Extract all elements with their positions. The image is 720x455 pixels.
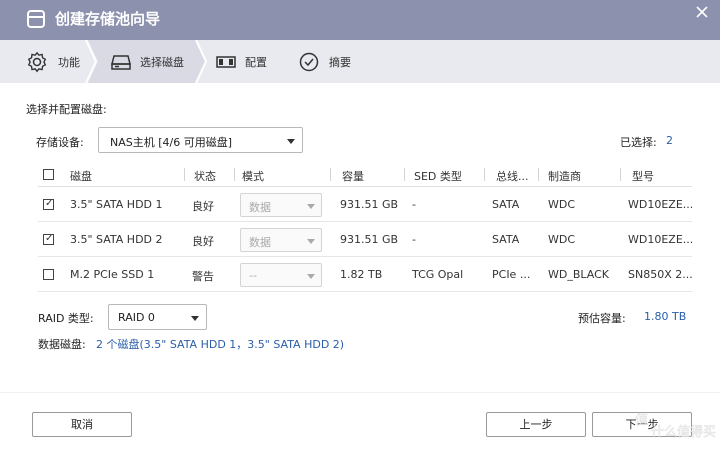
chevron-down-icon (287, 139, 295, 144)
table-row[interactable]: ✓ 3.5" SATA HDD 2 良好 数据 931.51 GB - SATA… (38, 223, 692, 257)
wizard-step-label: 功能 (58, 56, 80, 69)
wizard-step-summary: 摘要 (286, 40, 376, 83)
disk-capacity: 931.51 GB (340, 198, 399, 211)
disk-capacity: 931.51 GB (340, 233, 399, 246)
estimated-capacity-value: 1.80 TB (644, 310, 687, 323)
raid-type-select[interactable]: RAID 0 (108, 304, 207, 330)
wizard-step-features: 功能 (0, 40, 90, 83)
disk-name: 3.5" SATA HDD 2 (70, 233, 163, 246)
data-disks-value: 2 个磁盘(3.5" SATA HDD 1，3.5" SATA HDD 2) (96, 338, 345, 351)
data-disks-label: 数据磁盘: (38, 338, 86, 351)
column-header-model[interactable]: 型号 (632, 168, 654, 184)
storage-pool-icon (27, 10, 45, 28)
storage-device-value: NAS主机 [4/6 可用磁盘] (110, 136, 233, 149)
row-checkbox[interactable] (43, 269, 54, 280)
disk-model: WD10EZE... (628, 198, 692, 211)
selected-count: 2 (666, 134, 673, 147)
column-header-status[interactable]: 状态 (194, 168, 216, 184)
column-header-disk[interactable]: 磁盘 (70, 168, 92, 184)
section-title: 选择并配置磁盘: (26, 103, 107, 116)
window-title: 创建存储池向导 (55, 10, 161, 28)
raid-config-icon (216, 56, 236, 68)
mode-select[interactable]: -- (240, 263, 322, 287)
watermark-graphic: 值 什么值得买 (635, 412, 717, 441)
watermark-logo: 值 什么值得买 (627, 402, 720, 455)
chevron-down-icon (307, 239, 315, 244)
wizard-step-label: 摘要 (329, 56, 351, 69)
wizard-step-label: 选择磁盘 (140, 56, 184, 69)
disk-status: 警告 (192, 270, 214, 283)
disk-model: WD10EZE... (628, 233, 692, 246)
cancel-button[interactable]: 取消 (32, 412, 132, 437)
checkmark-icon: ✓ (45, 233, 54, 244)
column-divider (404, 168, 405, 181)
check-circle-icon (299, 52, 319, 72)
disk-name: M.2 PCIe SSD 1 (70, 268, 155, 281)
disk-status: 良好 (192, 200, 214, 213)
wizard-step-label: 配置 (245, 56, 267, 69)
disk-vendor: WDC (548, 198, 576, 211)
title-bar: 创建存储池向导 (0, 0, 720, 40)
disk-sed-type: - (412, 233, 416, 246)
column-divider (484, 168, 485, 181)
disk-vendor: WD_BLACK (548, 268, 609, 281)
chevron-down-icon (191, 316, 199, 321)
svg-text:值: 值 (635, 412, 648, 428)
column-header-mode[interactable]: 模式 (242, 168, 264, 184)
disk-sed-type: TCG Opal (412, 268, 464, 281)
raid-type-value: RAID 0 (118, 311, 155, 324)
back-button[interactable]: 上一步 (486, 412, 586, 437)
mode-value: 数据 (249, 236, 271, 249)
row-checkbox[interactable]: ✓ (43, 233, 54, 245)
select-all-checkbox[interactable] (43, 169, 54, 180)
disk-name: 3.5" SATA HDD 1 (70, 198, 163, 211)
selected-label: 已选择: (620, 136, 657, 149)
mode-value: -- (249, 269, 257, 282)
disk-table: 磁盘 状态 模式 容量 SED 类型 总线... 制造商 型号 ✓ 3.5" S… (38, 162, 692, 297)
close-icon[interactable] (694, 4, 710, 20)
svg-text:什么值得买: 什么值得买 (651, 424, 716, 440)
chevron-down-icon (307, 274, 315, 279)
row-checkbox[interactable]: ✓ (43, 198, 54, 210)
disk-model: SN850X 2... (628, 268, 692, 281)
wizard-step-select-disks: 选择磁盘 (98, 40, 206, 83)
column-divider (330, 168, 331, 181)
disk-bus: PCIe ... (492, 268, 531, 281)
column-divider (184, 168, 185, 181)
column-header-vendor[interactable]: 制造商 (548, 168, 581, 184)
footer-divider (0, 392, 720, 393)
storage-device-select[interactable]: NAS主机 [4/6 可用磁盘] (98, 127, 303, 153)
disk-bus: SATA (492, 233, 520, 246)
mode-select[interactable]: 数据 (240, 228, 322, 252)
column-header-bus[interactable]: 总线... (496, 168, 529, 184)
disk-bus: SATA (492, 198, 520, 211)
disk-sed-type: - (412, 198, 416, 211)
column-divider (620, 168, 621, 181)
mode-select[interactable]: 数据 (240, 193, 322, 217)
disk-vendor: WDC (548, 233, 576, 246)
column-header-capacity[interactable]: 容量 (342, 168, 364, 184)
disk-status: 良好 (192, 235, 214, 248)
table-header: 磁盘 状态 模式 容量 SED 类型 总线... 制造商 型号 (38, 162, 692, 187)
mode-value: 数据 (249, 201, 271, 214)
table-row[interactable]: ✓ 3.5" SATA HDD 1 良好 数据 931.51 GB - SATA… (38, 188, 692, 222)
checkmark-icon: ✓ (45, 198, 54, 209)
table-row[interactable]: M.2 PCIe SSD 1 警告 -- 1.82 TB TCG Opal PC… (38, 258, 692, 292)
wizard-step-configure: 配置 (206, 40, 286, 83)
raid-type-label: RAID 类型: (38, 312, 94, 325)
storage-device-label: 存储设备: (36, 136, 84, 149)
disk-capacity: 1.82 TB (340, 268, 383, 281)
wizard-steps: 功能 选择磁盘 配置 摘要 (0, 40, 720, 83)
column-divider (538, 168, 539, 181)
column-divider (234, 168, 235, 181)
estimated-capacity-label: 预估容量: (578, 312, 626, 325)
column-header-sed-type[interactable]: SED 类型 (414, 168, 462, 184)
drive-icon (111, 55, 131, 70)
chevron-down-icon (307, 204, 315, 209)
table-row-partial[interactable] (38, 293, 692, 297)
gear-icon (27, 51, 47, 73)
